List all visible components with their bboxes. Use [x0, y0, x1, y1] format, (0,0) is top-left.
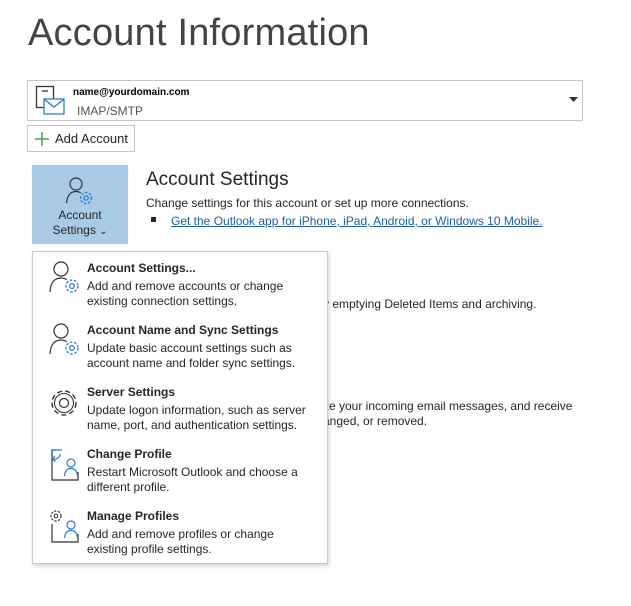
- account-settings-label-line2: Settings ⌄: [52, 223, 108, 237]
- dropdown-arrow-icon[interactable]: [569, 97, 578, 103]
- chevron-down-icon: ⌄: [99, 226, 108, 237]
- page-title: Account Information: [28, 12, 370, 54]
- account-selector-dropdown[interactable]: name@yourdomain.com IMAP/SMTP: [27, 80, 583, 121]
- menu-item-title: Account Name and Sync Settings: [87, 323, 279, 337]
- server-settings-gear-icon: [51, 390, 77, 416]
- account-settings-label-line1: Account: [58, 208, 102, 222]
- menu-item-title: Server Settings: [87, 385, 176, 399]
- change-profile-icon: [51, 449, 79, 481]
- menu-item-title: Change Profile: [87, 447, 172, 461]
- rules-alerts-text-line1: ze your incoming email messages, and rec…: [323, 399, 573, 413]
- account-settings-icon: [49, 261, 79, 293]
- menu-item-manage-profiles[interactable]: Manage Profiles Add and remove profiles …: [33, 500, 327, 562]
- mailbox-account-icon: [35, 85, 65, 115]
- mailbox-cleanup-text: y emptying Deleted Items and archiving.: [323, 297, 537, 311]
- menu-item-description: Add and remove profiles or change existin…: [87, 527, 274, 556]
- outlook-mobile-app-link[interactable]: Get the Outlook app for iPhone, iPad, An…: [171, 214, 543, 228]
- plus-icon: [35, 131, 49, 146]
- menu-item-title: Manage Profiles: [87, 509, 180, 523]
- account-type: IMAP/SMTP: [77, 104, 144, 118]
- account-email: name@yourdomain.com: [73, 87, 190, 98]
- menu-item-change-profile[interactable]: Change Profile Restart Microsoft Outlook…: [33, 438, 327, 500]
- menu-item-title: Account Settings...: [87, 261, 196, 275]
- account-settings-button[interactable]: Account Settings ⌄: [32, 165, 128, 244]
- account-name-sync-icon: [49, 323, 79, 355]
- menu-item-description: Add and remove accounts or change existin…: [87, 279, 284, 308]
- rules-alerts-text-line2: anged, or removed.: [323, 414, 428, 428]
- manage-profiles-icon: [50, 510, 79, 543]
- menu-item-description: Restart Microsoft Outlook and choose a di…: [87, 465, 298, 494]
- menu-item-account-name-sync[interactable]: Account Name and Sync Settings Update ba…: [33, 314, 327, 376]
- section-description: Change settings for this account or set …: [146, 196, 469, 210]
- menu-item-description: Update logon information, such as server…: [87, 403, 306, 432]
- account-settings-icon: [65, 177, 93, 205]
- menu-item-description: Update basic account settings such as acc…: [87, 341, 296, 370]
- section-title: Account Settings: [146, 169, 289, 190]
- menu-item-account-settings[interactable]: Account Settings... Add and remove accou…: [33, 252, 327, 314]
- account-settings-menu: Account Settings... Add and remove accou…: [32, 251, 328, 564]
- bullet-icon: [151, 217, 156, 222]
- add-account-button[interactable]: Add Account: [27, 125, 135, 152]
- menu-item-server-settings[interactable]: Server Settings Update logon information…: [33, 376, 327, 438]
- add-account-label: Add Account: [55, 131, 128, 146]
